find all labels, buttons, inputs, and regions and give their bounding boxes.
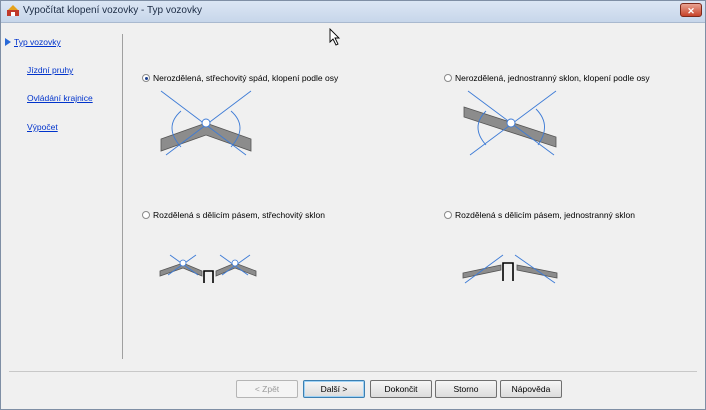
window-title: Vypočítat klopení vozovky - Typ vozovky: [23, 5, 202, 16]
option-label: Nerozdělená, střechovitý spád, klopení p…: [153, 73, 339, 83]
radio-divided-crown[interactable]: [142, 211, 150, 219]
diagram-undivided-superelevation: [463, 90, 557, 156]
diagram-undivided-crown: [160, 90, 252, 156]
finish-button[interactable]: Dokončit: [370, 380, 432, 398]
footer-divider: [9, 371, 697, 372]
sidebar-divider: [122, 34, 123, 359]
sidebar-item-typ-vozovky[interactable]: Typ vozovky: [14, 37, 61, 47]
sidebar-item-ovladani-krajnice[interactable]: Ovládání krajnice: [27, 93, 93, 103]
sidebar-item-jizdni-pruhy[interactable]: Jízdní pruhy: [27, 65, 73, 75]
cancel-button[interactable]: Storno: [435, 380, 497, 398]
dialog-window: Vypočítat klopení vozovky - Typ vozovky …: [0, 0, 706, 410]
option-label: Rozdělená s dělicím pásem, střechovitý s…: [153, 210, 325, 220]
title-bar[interactable]: Vypočítat klopení vozovky - Typ vozovky …: [1, 1, 705, 23]
radio-undivided-superelevation[interactable]: [444, 74, 452, 82]
option-label: Nerozdělená, jednostranný sklon, klopení…: [455, 73, 650, 83]
sidebar-item-vypocet[interactable]: Výpočet: [27, 122, 58, 132]
diagram-divided-crown: [159, 254, 257, 283]
diagram-divided-superelevation: [462, 254, 558, 284]
next-button[interactable]: Další >: [303, 380, 365, 398]
close-button[interactable]: ✕: [680, 3, 702, 17]
back-button[interactable]: < Zpět: [236, 380, 298, 398]
current-step-arrow-icon: [5, 38, 11, 46]
radio-undivided-crown[interactable]: [142, 74, 150, 82]
help-button[interactable]: Nápověda: [500, 380, 562, 398]
mouse-cursor-icon: [329, 28, 341, 46]
radio-divided-superelevation[interactable]: [444, 211, 452, 219]
option-label: Rozdělená s dělicím pásem, jednostranný …: [455, 210, 636, 220]
app-icon: [7, 5, 19, 16]
